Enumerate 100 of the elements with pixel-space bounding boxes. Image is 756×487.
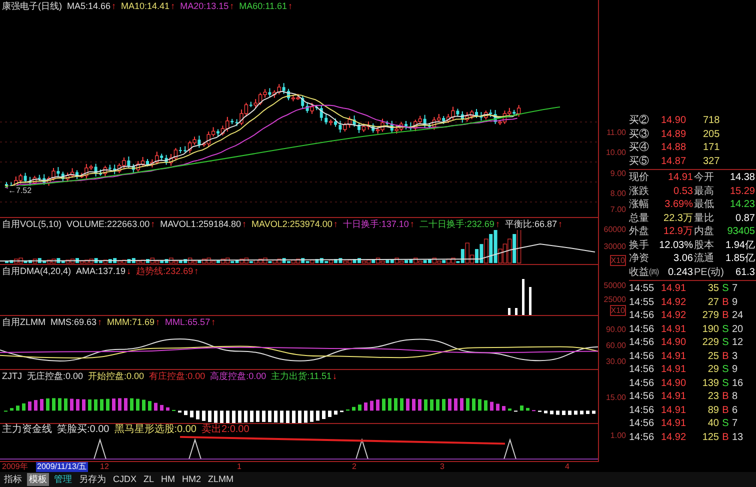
indicator-tab[interactable]: HM2 [180,473,204,486]
quote-value: 12.03% [659,238,694,252]
month-label: 4 [565,462,570,472]
trade-time: 14:56 [629,404,656,417]
axis-label: 90.00 [606,325,626,334]
indicator-tab[interactable]: CJDX [111,473,139,486]
quote-label: 内盘 [694,225,715,238]
quote-label: 换手 [629,238,650,252]
bid-volume: 718 [703,114,720,128]
trade-count: 24 [732,309,744,322]
legend-label: MAVOL2:253974.00↑ [251,218,338,230]
dma-bar [529,287,532,316]
trade-time: 14:56 [629,417,656,430]
axis-label: 8.00 [610,189,626,198]
quote-label: 最高 [694,184,715,198]
quote-value: 0.53 [672,184,694,198]
legend-label: 自用DMA(4,20,4) [2,265,72,278]
axis-label: X10 [610,305,626,316]
axis-label: 50000 [604,281,626,290]
legend-label: MMM:71.69↑ [107,316,160,328]
legend-label: VOLUME:222663.00↑ [66,218,156,230]
indicator-tab[interactable]: ZLMM [206,473,236,486]
legend-label: MA10:14.41↑ [121,0,176,12]
legend-label: 平衡比:66.87↑ [504,218,562,230]
quote-value: 14.23 [728,198,756,212]
legend-label: 高度控盘:0.00 [210,370,266,382]
quote-label: 收益㈣ [629,266,659,279]
trade-volume: 40 [706,417,719,430]
trade-time: 14:56 [629,350,656,363]
trade-side: B [721,309,730,322]
trade-price: 14.91 [660,363,688,376]
month-label: 3 [440,462,444,472]
bid-label: 买④ [629,141,650,154]
bid-label: 买⑤ [629,154,650,168]
quote-label: 涨幅 [629,198,650,212]
bid-price: 14.88 [661,141,688,154]
axis-label: 11.00 [606,128,626,137]
bid-price: 14.87 [661,154,688,168]
indicator-tab[interactable]: HM [159,473,178,486]
trade-count: 13 [732,430,744,444]
dma-bar [515,308,518,316]
trade-price: 14.91 [660,390,688,404]
indicator-tab[interactable]: 指标 [2,473,24,486]
quote-label: 股本 [694,238,715,252]
axis-label: 60000 [604,225,626,234]
indicator-tab[interactable]: ZL [142,473,156,486]
indicator-tab[interactable]: 模板 [27,473,49,486]
trade-price: 14.92 [660,430,688,444]
quote-label: 外盘 [629,225,650,238]
bid-label: 买③ [629,128,650,141]
trade-time: 14:55 [629,282,656,296]
legend-label: 二十日换手:232.69↑ [419,218,500,230]
quote-value: 61.3 [734,266,756,279]
indicator-tab[interactable]: 另存为 [77,473,108,486]
month-label: 12 [100,462,109,472]
trade-count: 7 [732,282,739,296]
legend-label: MA5:14.66↑ [67,0,116,12]
trade-count: 7 [732,417,739,430]
legend-label: ZJTJ [2,370,22,382]
trade-price: 14.91 [660,322,688,336]
bid-volume: 205 [703,128,720,141]
legend-label: 无庄控盘:0.00 [27,370,84,382]
axis-label: 7.00 [610,205,626,214]
trade-count: 8 [732,390,739,404]
legend-label: 十日换手:137.10↑ [342,218,414,230]
quote-label: 今开 [694,171,715,184]
bid-volume: 171 [703,141,720,154]
trade-volume: 23 [706,390,719,404]
quote-value: 15.29 [728,184,756,198]
legend-label: MA60:11.61↑ [239,0,292,12]
trade-count: 12 [732,336,744,350]
legend-label: MA20:13.15↑ [180,0,234,12]
indicator-tab[interactable]: 管理 [52,473,74,486]
trade-side: B [721,390,730,404]
trade-side: S [721,376,730,390]
trade-count: 20 [732,322,744,336]
trade-side: B [721,350,730,363]
trade-side: S [721,417,730,430]
trade-time: 14:56 [629,390,656,404]
legend-label: 开始控盘:0.00 [88,370,144,382]
axis-label: 9.00 [610,169,626,178]
trade-count: 16 [732,376,744,390]
signal-spike-line [504,438,516,460]
year-label: 2009年 [2,462,28,472]
trade-volume: 89 [706,404,719,417]
trade-side: S [721,363,730,376]
quote-label: 总量 [629,212,650,225]
trade-price: 14.91 [660,417,688,430]
trade-side: B [721,296,730,309]
axis-label: 15.00 [606,393,626,402]
axis-label: 60.00 [606,341,626,350]
trade-count: 9 [732,296,739,309]
trade-volume: 25 [706,350,719,363]
trade-count: 9 [732,363,739,376]
trade-side: B [721,404,730,417]
trade-side: B [721,430,730,444]
trade-time: 14:56 [629,322,656,336]
trade-volume: 229 [701,336,719,350]
trade-volume: 35 [706,282,719,296]
quote-value: 3.69% [664,198,694,212]
